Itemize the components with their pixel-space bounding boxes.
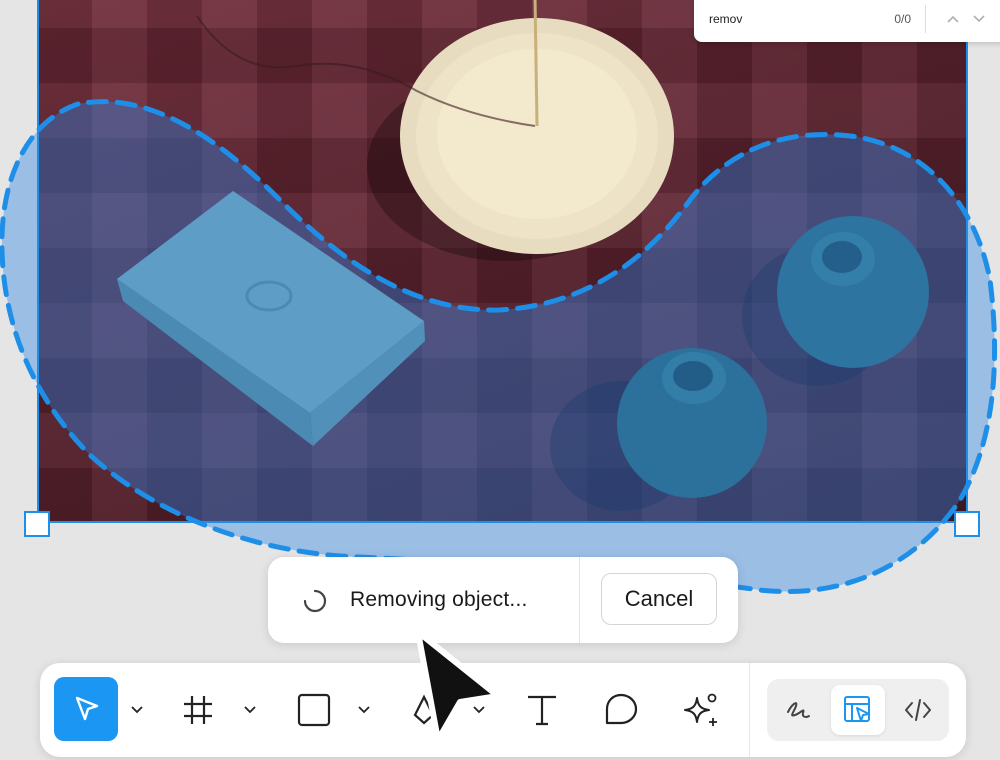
cursor-arrow-icon: [75, 696, 99, 721]
draw-mode-button[interactable]: [771, 685, 825, 735]
chevron-up-icon[interactable]: [942, 8, 964, 30]
dev-mode-button[interactable]: [891, 685, 945, 735]
squiggle-draw-icon: [787, 702, 810, 718]
code-brackets-icon: [905, 699, 931, 721]
chevron-down-icon: [358, 706, 370, 714]
find-match-count: 0/0: [894, 12, 911, 26]
status-divider: [579, 557, 580, 643]
resize-handle-bottom-right[interactable]: [954, 511, 980, 537]
chevron-down-icon: [244, 706, 256, 714]
find-divider: [925, 5, 926, 33]
text-icon: [528, 695, 556, 726]
design-layout-icon: [844, 696, 870, 722]
status-message: Removing object...: [350, 588, 528, 611]
mouse-pointer-icon: [415, 629, 501, 743]
move-tool-dropdown[interactable]: [126, 697, 148, 723]
frame-hash-icon: [184, 696, 212, 724]
design-mode-button[interactable]: [831, 685, 885, 735]
find-bar: remov 0/0: [694, 0, 1000, 42]
ai-tool-button[interactable]: [676, 685, 726, 735]
toolbar-divider: [749, 663, 750, 757]
resize-handle-bottom-left[interactable]: [24, 511, 50, 537]
cancel-button[interactable]: Cancel: [601, 573, 717, 625]
mode-switcher: [767, 679, 949, 741]
shape-tool-button[interactable]: [290, 687, 338, 733]
comment-tool-button[interactable]: [597, 687, 645, 733]
chevron-down-icon: [131, 706, 143, 714]
loading-spinner-icon: [303, 589, 327, 613]
rectangle-icon: [297, 693, 331, 727]
frame-tool-dropdown[interactable]: [239, 697, 261, 723]
sparkle-ai-icon: [684, 693, 717, 726]
move-tool-button[interactable]: [54, 677, 118, 741]
find-query[interactable]: remov: [709, 12, 894, 26]
comment-bubble-icon: [605, 693, 638, 725]
text-tool-button[interactable]: [518, 687, 566, 733]
chevron-down-icon[interactable]: [968, 8, 990, 30]
shape-tool-dropdown[interactable]: [353, 697, 375, 723]
frame-tool-button[interactable]: [174, 687, 222, 733]
